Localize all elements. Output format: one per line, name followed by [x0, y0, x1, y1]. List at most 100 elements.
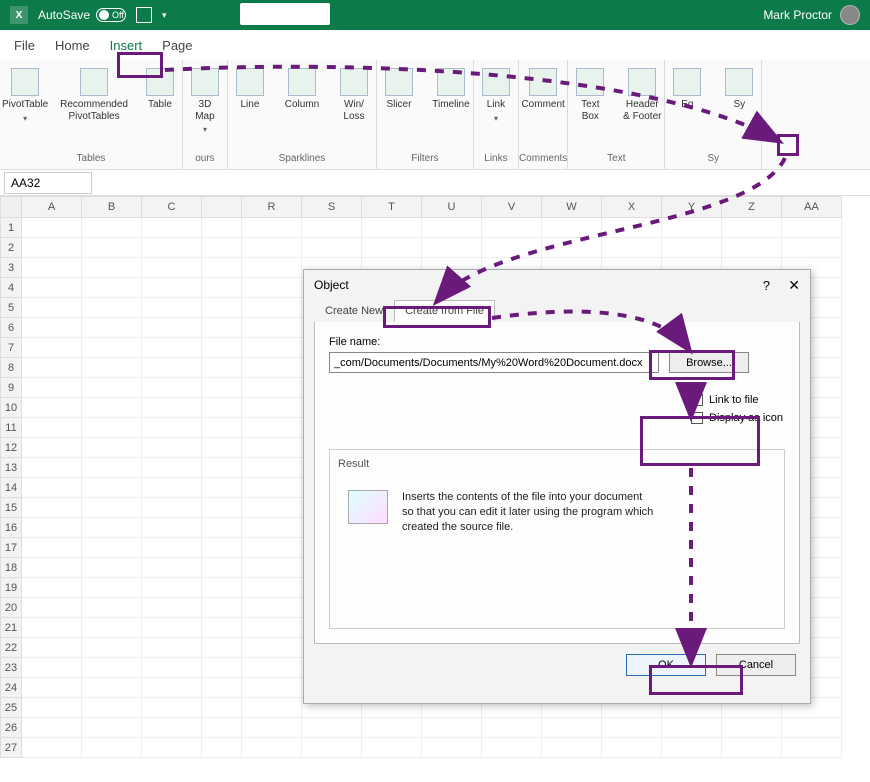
cell[interactable] [202, 358, 242, 378]
cell[interactable] [142, 318, 202, 338]
cell[interactable] [242, 558, 302, 578]
cell[interactable] [202, 458, 242, 478]
column-header[interactable]: C [142, 196, 202, 218]
cell[interactable] [782, 238, 842, 258]
cell[interactable] [662, 718, 722, 738]
cell[interactable] [22, 258, 82, 278]
cell[interactable] [82, 478, 142, 498]
cell[interactable] [82, 418, 142, 438]
ribbon-item-link[interactable]: Link▾ [474, 66, 518, 125]
cell[interactable] [22, 578, 82, 598]
ribbon-item-timeline[interactable]: Timeline [429, 66, 473, 113]
column-header[interactable]: X [602, 196, 662, 218]
cell[interactable] [142, 258, 202, 278]
cell[interactable] [782, 718, 842, 738]
ribbon-item-table[interactable]: Table [138, 66, 182, 113]
cell[interactable] [242, 438, 302, 458]
cell[interactable] [242, 298, 302, 318]
cell[interactable] [482, 738, 542, 758]
cell[interactable] [602, 718, 662, 738]
cell[interactable] [302, 238, 362, 258]
cell[interactable] [662, 738, 722, 758]
cell[interactable] [362, 218, 422, 238]
row-header[interactable]: 19 [0, 578, 22, 598]
cell[interactable] [202, 418, 242, 438]
cell[interactable] [422, 718, 482, 738]
cell[interactable] [142, 738, 202, 758]
cell[interactable] [142, 578, 202, 598]
cell[interactable] [142, 538, 202, 558]
cell[interactable] [202, 258, 242, 278]
ribbon-item-text-box[interactable]: TextBox [568, 66, 612, 124]
close-icon[interactable]: ✕ [788, 277, 800, 294]
cell[interactable] [142, 558, 202, 578]
cell[interactable] [22, 218, 82, 238]
cell[interactable] [242, 258, 302, 278]
ribbon-item-header-&-footer[interactable]: Header& Footer [620, 66, 664, 124]
row-header[interactable]: 2 [0, 238, 22, 258]
row-header[interactable]: 9 [0, 378, 22, 398]
cell[interactable] [22, 478, 82, 498]
cell[interactable] [362, 238, 422, 258]
cell[interactable] [202, 618, 242, 638]
row-header[interactable]: 1 [0, 218, 22, 238]
cell[interactable] [82, 598, 142, 618]
cell[interactable] [82, 298, 142, 318]
cell[interactable] [202, 598, 242, 618]
column-header[interactable]: Y [662, 196, 722, 218]
cell[interactable] [242, 738, 302, 758]
ribbon-item-comment[interactable]: Comment [519, 66, 566, 113]
cell[interactable] [202, 518, 242, 538]
cell[interactable] [142, 478, 202, 498]
row-header[interactable]: 18 [0, 558, 22, 578]
cell[interactable] [142, 498, 202, 518]
cell[interactable] [22, 518, 82, 538]
cell[interactable] [142, 458, 202, 478]
ribbon-item-pivottable[interactable]: PivotTable▾ [0, 66, 50, 125]
cell[interactable] [242, 338, 302, 358]
row-header[interactable]: 14 [0, 478, 22, 498]
cell[interactable] [142, 358, 202, 378]
cell[interactable] [422, 218, 482, 238]
cell[interactable] [542, 238, 602, 258]
cell[interactable] [82, 658, 142, 678]
cell[interactable] [202, 698, 242, 718]
ribbon-item-column[interactable]: Column [280, 66, 324, 113]
row-header[interactable]: 12 [0, 438, 22, 458]
cell[interactable] [242, 718, 302, 738]
cell[interactable] [422, 738, 482, 758]
cell[interactable] [602, 738, 662, 758]
cell[interactable] [722, 218, 782, 238]
cell[interactable] [302, 218, 362, 238]
account-name[interactable]: Mark Proctor [763, 8, 832, 22]
cell[interactable] [82, 718, 142, 738]
cell[interactable] [542, 718, 602, 738]
row-header[interactable]: 27 [0, 738, 22, 758]
cell[interactable] [22, 238, 82, 258]
cell[interactable] [202, 658, 242, 678]
avatar-icon[interactable] [840, 5, 860, 25]
qat-dropdown-icon[interactable]: ▾ [162, 10, 167, 21]
row-header[interactable]: 7 [0, 338, 22, 358]
ribbon-item-win-loss[interactable]: Win/Loss [332, 66, 376, 124]
cell[interactable] [242, 238, 302, 258]
cell[interactable] [82, 258, 142, 278]
name-box[interactable]: AA32 [4, 172, 92, 194]
cell[interactable] [82, 518, 142, 538]
cell[interactable] [542, 218, 602, 238]
cell[interactable] [22, 378, 82, 398]
cell[interactable] [142, 718, 202, 738]
cell[interactable] [82, 678, 142, 698]
column-header[interactable] [202, 196, 242, 218]
cell[interactable] [202, 538, 242, 558]
cell[interactable] [22, 678, 82, 698]
row-header[interactable]: 23 [0, 658, 22, 678]
cell[interactable] [82, 438, 142, 458]
cell[interactable] [602, 218, 662, 238]
ribbon-item-3d-map[interactable]: 3DMap▾ [183, 66, 227, 136]
cell[interactable] [242, 398, 302, 418]
cell[interactable] [242, 218, 302, 238]
cell[interactable] [202, 638, 242, 658]
browse-button[interactable]: Browse... [669, 352, 749, 373]
cell[interactable] [202, 498, 242, 518]
